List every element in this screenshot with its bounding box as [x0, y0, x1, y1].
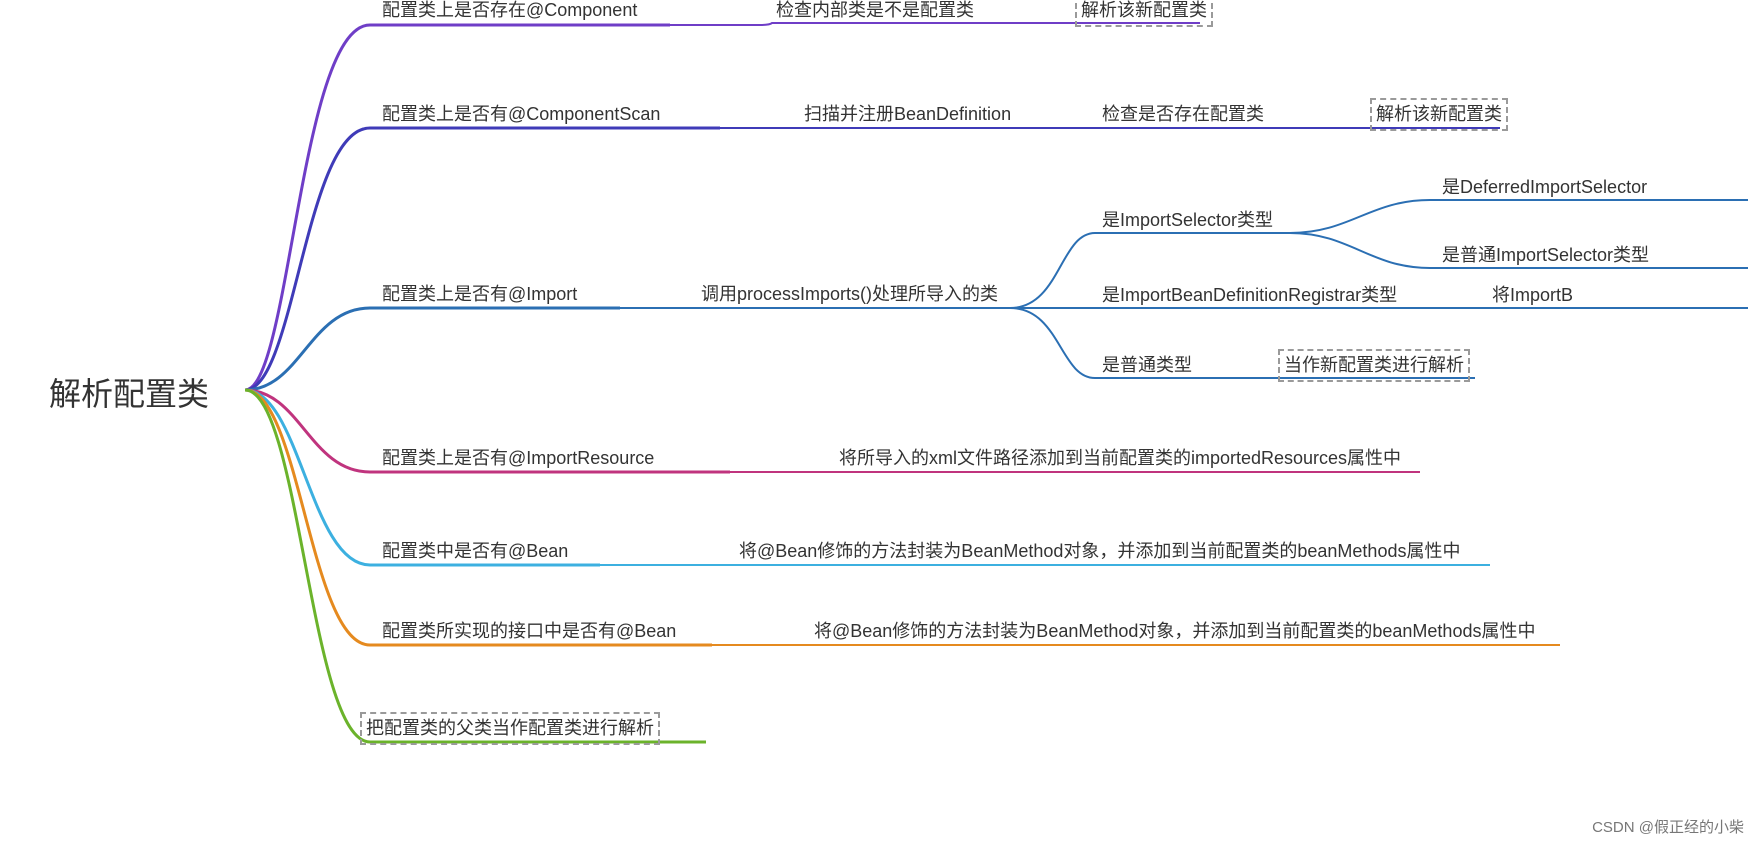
branch-component[interactable]: 配置类上是否存在@Component — [378, 0, 641, 25]
node-label: 配置类上是否存在@Component — [378, 0, 641, 25]
node-treat-as-new-config[interactable]: 当作新配置类进行解析 — [1278, 349, 1470, 382]
node-label: 将@Bean修饰的方法封装为BeanMethod对象，并添加到当前配置类的bea… — [735, 537, 1464, 566]
mindmap-canvas: 解析配置类 配置类上是否存在@Component 检查内部类是不是配置类 解析该… — [0, 0, 1748, 841]
node-parse-new-config-2[interactable]: 解析该新配置类 — [1370, 98, 1508, 131]
node-label: 将ImportB — [1488, 281, 1577, 310]
root-label: 解析配置类 — [45, 370, 213, 419]
node-interface-bean-detail[interactable]: 将@Bean修饰的方法封装为BeanMethod对象，并添加到当前配置类的bea… — [810, 617, 1539, 646]
node-label: 检查是否存在配置类 — [1098, 100, 1268, 129]
node-normal-type[interactable]: 是普通类型 — [1098, 351, 1196, 380]
branch-bean[interactable]: 配置类中是否有@Bean — [378, 537, 572, 566]
node-normal-import-selector[interactable]: 是普通ImportSelector类型 — [1438, 241, 1653, 270]
root-node[interactable]: 解析配置类 — [45, 370, 213, 419]
node-label: 配置类上是否有@ImportResource — [378, 444, 658, 473]
node-deferred-import-selector[interactable]: 是DeferredImportSelector — [1438, 173, 1651, 202]
node-label: 扫描并注册BeanDefinition — [800, 100, 1015, 129]
branch-import[interactable]: 配置类上是否有@Import — [378, 280, 581, 309]
node-label: 是普通类型 — [1098, 351, 1196, 380]
node-label: 把配置类的父类当作配置类进行解析 — [360, 712, 660, 745]
node-scan-register-bd[interactable]: 扫描并注册BeanDefinition — [800, 100, 1015, 129]
node-label: 解析该新配置类 — [1370, 98, 1508, 131]
node-label: 配置类上是否有@ComponentScan — [378, 100, 664, 129]
node-label: 是普通ImportSelector类型 — [1438, 241, 1653, 270]
node-label: 配置类上是否有@Import — [378, 280, 581, 309]
node-import-selector[interactable]: 是ImportSelector类型 — [1098, 206, 1277, 235]
node-check-inner-class[interactable]: 检查内部类是不是配置类 — [772, 0, 978, 25]
node-label: 当作新配置类进行解析 — [1278, 349, 1470, 382]
node-parse-new-config-1[interactable]: 解析该新配置类 — [1075, 0, 1213, 27]
node-label: 调用processImports()处理所导入的类 — [697, 280, 1002, 309]
node-import-registrar-child[interactable]: 将ImportB — [1488, 281, 1577, 310]
node-check-config-exists[interactable]: 检查是否存在配置类 — [1098, 100, 1268, 129]
branch-interface-bean[interactable]: 配置类所实现的接口中是否有@Bean — [378, 617, 680, 646]
branch-parent-class[interactable]: 把配置类的父类当作配置类进行解析 — [360, 712, 660, 745]
node-label: 是ImportBeanDefinitionRegistrar类型 — [1098, 281, 1401, 310]
node-label: 配置类所实现的接口中是否有@Bean — [378, 617, 680, 646]
branch-import-resource[interactable]: 配置类上是否有@ImportResource — [378, 444, 658, 473]
branch-component-scan[interactable]: 配置类上是否有@ComponentScan — [378, 100, 664, 129]
node-label: 是ImportSelector类型 — [1098, 206, 1277, 235]
node-label: 将@Bean修饰的方法封装为BeanMethod对象，并添加到当前配置类的bea… — [810, 617, 1539, 646]
node-label: 配置类中是否有@Bean — [378, 537, 572, 566]
watermark: CSDN @假正经的小柴 — [1592, 816, 1744, 837]
node-process-imports[interactable]: 调用processImports()处理所导入的类 — [697, 280, 1002, 309]
node-label: 将所导入的xml文件路径添加到当前配置类的importedResources属性… — [835, 444, 1405, 473]
node-bean-detail[interactable]: 将@Bean修饰的方法封装为BeanMethod对象，并添加到当前配置类的bea… — [735, 537, 1464, 566]
node-label: 解析该新配置类 — [1075, 0, 1213, 27]
node-label: 检查内部类是不是配置类 — [772, 0, 978, 25]
node-import-bd-registrar[interactable]: 是ImportBeanDefinitionRegistrar类型 — [1098, 281, 1401, 310]
node-label: 是DeferredImportSelector — [1438, 173, 1651, 202]
node-import-resource-detail[interactable]: 将所导入的xml文件路径添加到当前配置类的importedResources属性… — [835, 444, 1405, 473]
